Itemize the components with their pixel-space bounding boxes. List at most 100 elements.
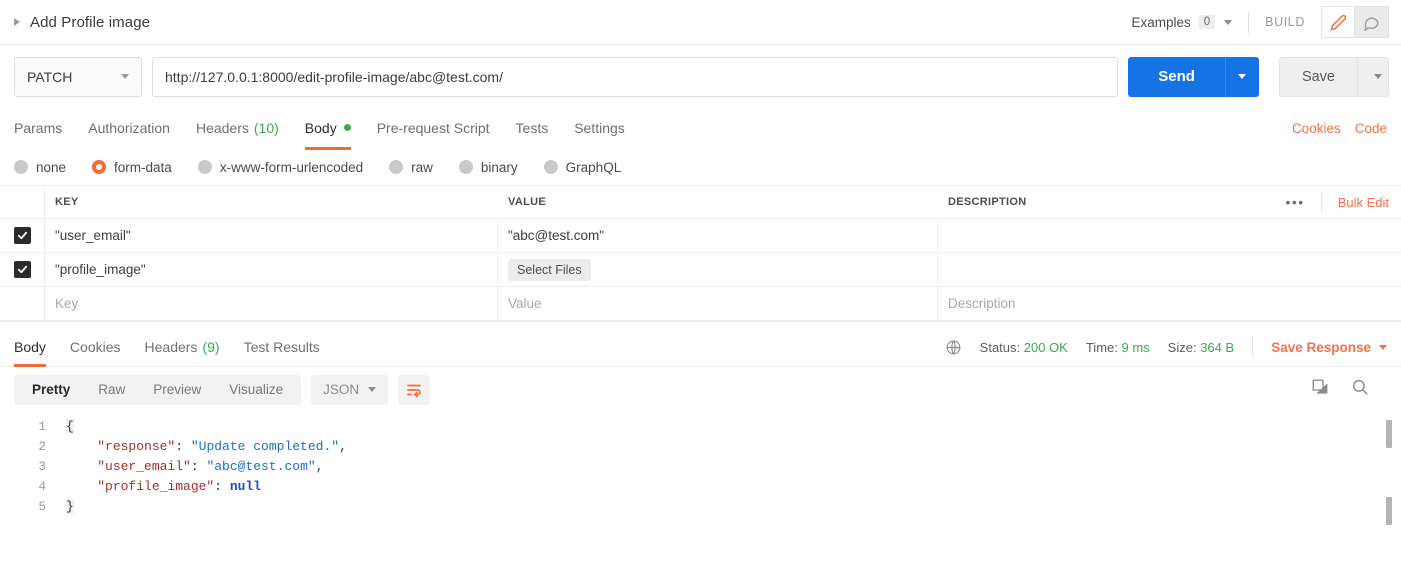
- body-type-graphql[interactable]: GraphQL: [543, 160, 621, 175]
- select-files-button[interactable]: Select Files: [508, 258, 591, 281]
- row-key[interactable]: "user_email": [55, 228, 131, 243]
- edit-button[interactable]: [1321, 6, 1355, 38]
- view-pretty[interactable]: Pretty: [18, 382, 84, 397]
- tab-authorization[interactable]: Authorization: [88, 108, 170, 149]
- request-title: Add Profile image: [30, 13, 151, 31]
- description-placeholder[interactable]: Description: [948, 296, 1016, 311]
- row-checkbox-cell[interactable]: [0, 219, 45, 252]
- save-response-button[interactable]: Save Response: [1271, 340, 1387, 355]
- word-wrap-button[interactable]: [398, 374, 431, 405]
- url-bar: PATCH http://127.0.0.1:8000/edit-profile…: [0, 45, 1401, 108]
- ellipsis-icon[interactable]: •••: [1285, 195, 1304, 209]
- search-button[interactable]: [1351, 378, 1369, 401]
- radio-icon: [197, 160, 212, 174]
- response-tab-body[interactable]: Body: [14, 328, 46, 367]
- chevron-down-icon: [1238, 74, 1247, 79]
- request-tabs-actions: Cookies Code: [1292, 108, 1387, 149]
- code-line: }: [66, 497, 347, 517]
- row-value[interactable]: "abc@test.com": [508, 228, 604, 243]
- copy-button[interactable]: [1311, 378, 1329, 401]
- save-response-label: Save Response: [1271, 339, 1371, 355]
- response-format-select[interactable]: JSON: [311, 374, 389, 405]
- tab-label: Params: [14, 119, 63, 136]
- json-colon: :: [214, 479, 230, 494]
- view-preview[interactable]: Preview: [139, 382, 215, 397]
- code-line: "profile_image": null: [66, 477, 347, 497]
- table-row-empty: Key Value Description: [0, 287, 1401, 321]
- tab-count: (9): [202, 339, 220, 355]
- examples-label: Examples: [1131, 14, 1191, 30]
- body-type-binary[interactable]: binary: [458, 160, 518, 175]
- view-raw[interactable]: Raw: [84, 382, 139, 397]
- code-line: {: [66, 417, 347, 437]
- globe-icon[interactable]: [945, 339, 962, 356]
- url-value: http://127.0.0.1:8000/edit-profile-image…: [165, 68, 503, 85]
- cookies-link[interactable]: Cookies: [1292, 121, 1341, 136]
- tab-tests[interactable]: Tests: [516, 108, 549, 149]
- save-button[interactable]: Save: [1278, 56, 1357, 97]
- chevron-down-icon: [1373, 74, 1382, 79]
- size-label: Size:: [1167, 339, 1197, 355]
- save-options-button[interactable]: [1357, 56, 1389, 97]
- tab-pre-request-script[interactable]: Pre-request Script: [377, 108, 490, 149]
- header-checkbox-cell: [0, 186, 45, 218]
- examples-count-badge: 0: [1198, 15, 1216, 29]
- body-type-x-www-form-urlencoded[interactable]: x-www-form-urlencoded: [197, 160, 363, 175]
- json-colon: :: [175, 439, 191, 454]
- row-checkbox-cell[interactable]: [0, 253, 45, 286]
- body-type-raw[interactable]: raw: [389, 160, 433, 175]
- checkbox-checked-icon[interactable]: [13, 261, 31, 278]
- send-options-button[interactable]: [1224, 56, 1259, 97]
- json-value: "Update completed.": [190, 439, 340, 454]
- code-link[interactable]: Code: [1355, 121, 1387, 136]
- response-tab-cookies[interactable]: Cookies: [70, 328, 121, 366]
- response-meta: Status: 200 OK Time: 9 ms Size: 364 B Sa…: [945, 328, 1387, 366]
- body-type-none[interactable]: none: [14, 160, 66, 175]
- response-toolbar: Pretty Raw Preview Visualize JSON: [0, 367, 1401, 412]
- status-label: Status:: [979, 339, 1021, 355]
- response-body-viewer[interactable]: 1 2 3 4 5 { "response": "Update complete…: [0, 412, 1401, 525]
- checkbox-checked-icon[interactable]: [13, 227, 31, 244]
- radio-icon: [543, 160, 558, 174]
- radio-label: none: [36, 159, 67, 175]
- radio-icon: [14, 160, 28, 174]
- bulk-edit-button[interactable]: Bulk Edit: [1338, 195, 1389, 210]
- tab-params[interactable]: Params: [14, 108, 62, 149]
- tab-body[interactable]: Body: [304, 108, 351, 150]
- send-button-group: Send: [1128, 56, 1259, 97]
- line-number: 2: [38, 440, 46, 454]
- comment-icon: [1364, 17, 1379, 31]
- examples-dropdown[interactable]: Examples 0: [1131, 14, 1233, 30]
- body-present-dot-icon: [343, 124, 351, 131]
- line-number: 4: [38, 480, 46, 494]
- line-number: 3: [38, 460, 46, 474]
- tab-settings[interactable]: Settings: [574, 108, 625, 149]
- response-format-value: JSON: [323, 382, 360, 397]
- chevron-down-icon: [121, 74, 129, 79]
- vertical-scrollbar-thumb-top[interactable]: [1386, 420, 1392, 448]
- vertical-scrollbar-thumb-bottom[interactable]: [1386, 497, 1392, 525]
- response-tab-test-results[interactable]: Test Results: [244, 328, 320, 366]
- view-visualize[interactable]: Visualize: [215, 382, 297, 397]
- send-button[interactable]: Send: [1128, 56, 1225, 97]
- copy-icon: [1312, 379, 1328, 394]
- tab-label: Authorization: [88, 119, 170, 136]
- json-code-block[interactable]: { "response": "Update completed.", "user…: [46, 412, 347, 517]
- json-value: null: [229, 479, 262, 494]
- key-placeholder[interactable]: Key: [55, 296, 78, 311]
- column-header-value: VALUE: [508, 196, 546, 208]
- url-input[interactable]: http://127.0.0.1:8000/edit-profile-image…: [152, 56, 1119, 97]
- size-group: Size: 364 B: [1168, 340, 1235, 355]
- triangle-right-icon[interactable]: [14, 18, 20, 26]
- comment-button[interactable]: [1355, 6, 1389, 38]
- http-method-select[interactable]: PATCH: [14, 56, 142, 97]
- body-type-form-data[interactable]: form-data: [92, 160, 172, 175]
- tab-headers[interactable]: Headers (10): [196, 108, 279, 149]
- response-tab-headers[interactable]: Headers (9): [145, 328, 220, 366]
- json-value: "abc@test.com": [206, 459, 316, 474]
- row-key[interactable]: "profile_image": [55, 262, 146, 277]
- radio-icon: [458, 160, 473, 174]
- json-key: "profile_image": [97, 479, 215, 494]
- build-label[interactable]: BUILD: [1265, 15, 1305, 29]
- value-placeholder[interactable]: Value: [508, 296, 542, 311]
